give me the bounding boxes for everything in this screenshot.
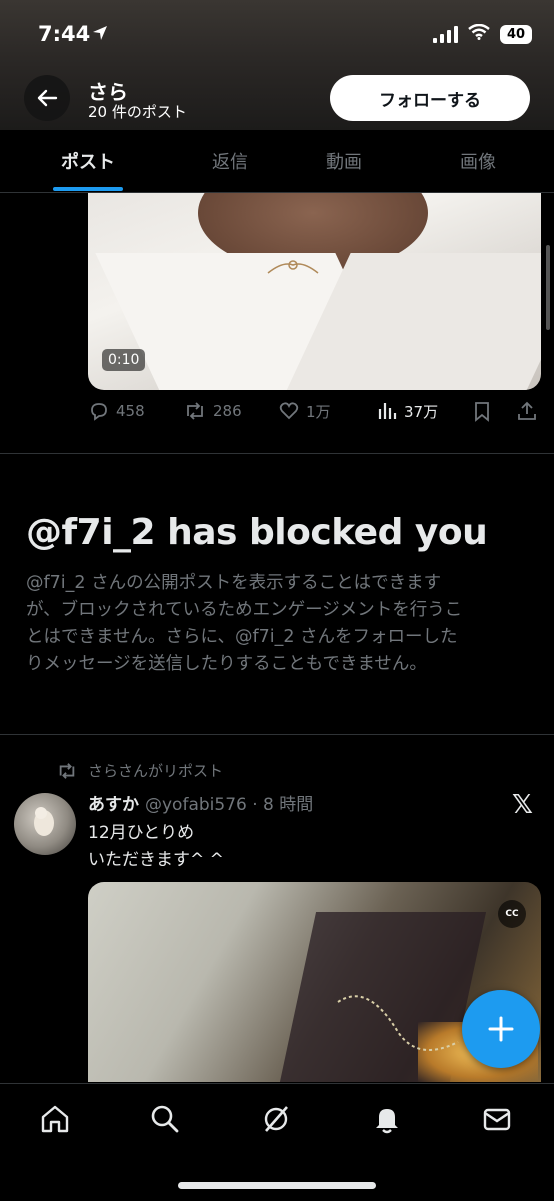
blocked-line: りメッセージを送信したりすることもできません。 <box>26 654 427 674</box>
blocked-line: とはできません。さらに、@f7i_2 さんをフォローした <box>26 627 458 647</box>
location-arrow-icon <box>92 25 108 45</box>
divider <box>0 453 554 454</box>
views-button[interactable]: 37万 <box>376 400 438 422</box>
status-time: 7:44 <box>38 22 91 46</box>
scrollbar[interactable] <box>546 245 550 330</box>
tab-posts[interactable]: ポスト <box>30 130 146 192</box>
share-button[interactable] <box>516 400 538 422</box>
plus-icon <box>488 1016 514 1042</box>
home-icon[interactable] <box>38 1102 72 1136</box>
signal-icon <box>433 25 458 43</box>
video-frame-chain <box>337 995 459 1051</box>
repost-icon <box>59 762 75 779</box>
bookmark-icon <box>475 402 489 422</box>
x-logo-icon: 𝕏 <box>512 790 533 820</box>
profile-tabs: ポスト 返信 動画 画像 <box>0 130 554 193</box>
search-icon[interactable] <box>148 1102 182 1136</box>
tab-videos[interactable]: 動画 <box>286 130 402 192</box>
share-icon <box>518 401 536 420</box>
messages-icon[interactable] <box>480 1102 514 1136</box>
post-header: あすか @yofabi576 · 8 時間 <box>88 790 313 815</box>
author-handle[interactable]: @yofabi576 · 8 時間 <box>145 790 313 815</box>
blocked-line: @f7i_2 さんの公開ポストを表示することはできます <box>26 573 442 593</box>
post-text: 12月ひとりめ いただきます^ ^ <box>88 820 224 874</box>
bookmark-button[interactable] <box>472 400 492 422</box>
author-name[interactable]: あすか <box>88 790 139 815</box>
post-text-line: いただきます^ ^ <box>88 850 224 870</box>
avatar-figure <box>34 807 54 836</box>
heart-icon <box>279 402 299 420</box>
post-text-line: 12月ひとりめ <box>88 823 195 843</box>
blocked-description: @f7i_2 さんの公開ポストを表示することはできます が、ブロックされているた… <box>26 570 526 678</box>
battery-icon: 40 <box>500 24 532 44</box>
notifications-icon[interactable] <box>370 1102 404 1136</box>
status-indicators: 40 <box>433 23 532 44</box>
reply-button[interactable]: 458 <box>88 400 145 422</box>
video-thumbnail[interactable]: 0:10 <box>88 193 541 390</box>
closed-captions-icon[interactable]: CC <box>498 900 526 928</box>
post-count: 20 件のポスト <box>88 103 187 121</box>
home-indicator <box>178 1182 376 1189</box>
necklace-graphic <box>267 260 319 274</box>
avatar[interactable] <box>14 793 76 855</box>
repost-label: さらさんがリポスト <box>88 762 224 780</box>
video-duration: 0:10 <box>102 349 146 371</box>
divider <box>0 734 554 735</box>
active-tab-indicator <box>53 187 123 191</box>
views-icon <box>378 403 397 419</box>
repost-icon <box>187 402 203 420</box>
back-button[interactable] <box>24 75 70 121</box>
compose-button[interactable] <box>462 990 540 1068</box>
like-count: 1万 <box>306 402 331 421</box>
follow-button[interactable]: フォローする <box>330 75 530 121</box>
tab-replies[interactable]: 返信 <box>172 130 288 192</box>
back-arrow-icon <box>37 89 58 107</box>
post-actions: 458 286 1万 37万 <box>88 400 542 430</box>
tab-media[interactable]: 画像 <box>420 130 536 192</box>
blocked-title: @f7i_2 has blocked you <box>26 512 488 553</box>
view-count: 37万 <box>404 402 439 421</box>
reply-icon <box>91 403 107 421</box>
wifi-icon <box>468 23 490 44</box>
like-button[interactable]: 1万 <box>278 400 331 422</box>
repost-count: 286 <box>213 402 242 420</box>
repost-button[interactable]: 286 <box>183 400 242 422</box>
grok-icon[interactable] <box>259 1102 293 1136</box>
reply-count: 458 <box>116 402 145 420</box>
repost-context[interactable]: さらさんがリポスト <box>56 760 223 781</box>
blocked-line: が、ブロックされているためエンゲージメントを行うこ <box>26 600 463 620</box>
